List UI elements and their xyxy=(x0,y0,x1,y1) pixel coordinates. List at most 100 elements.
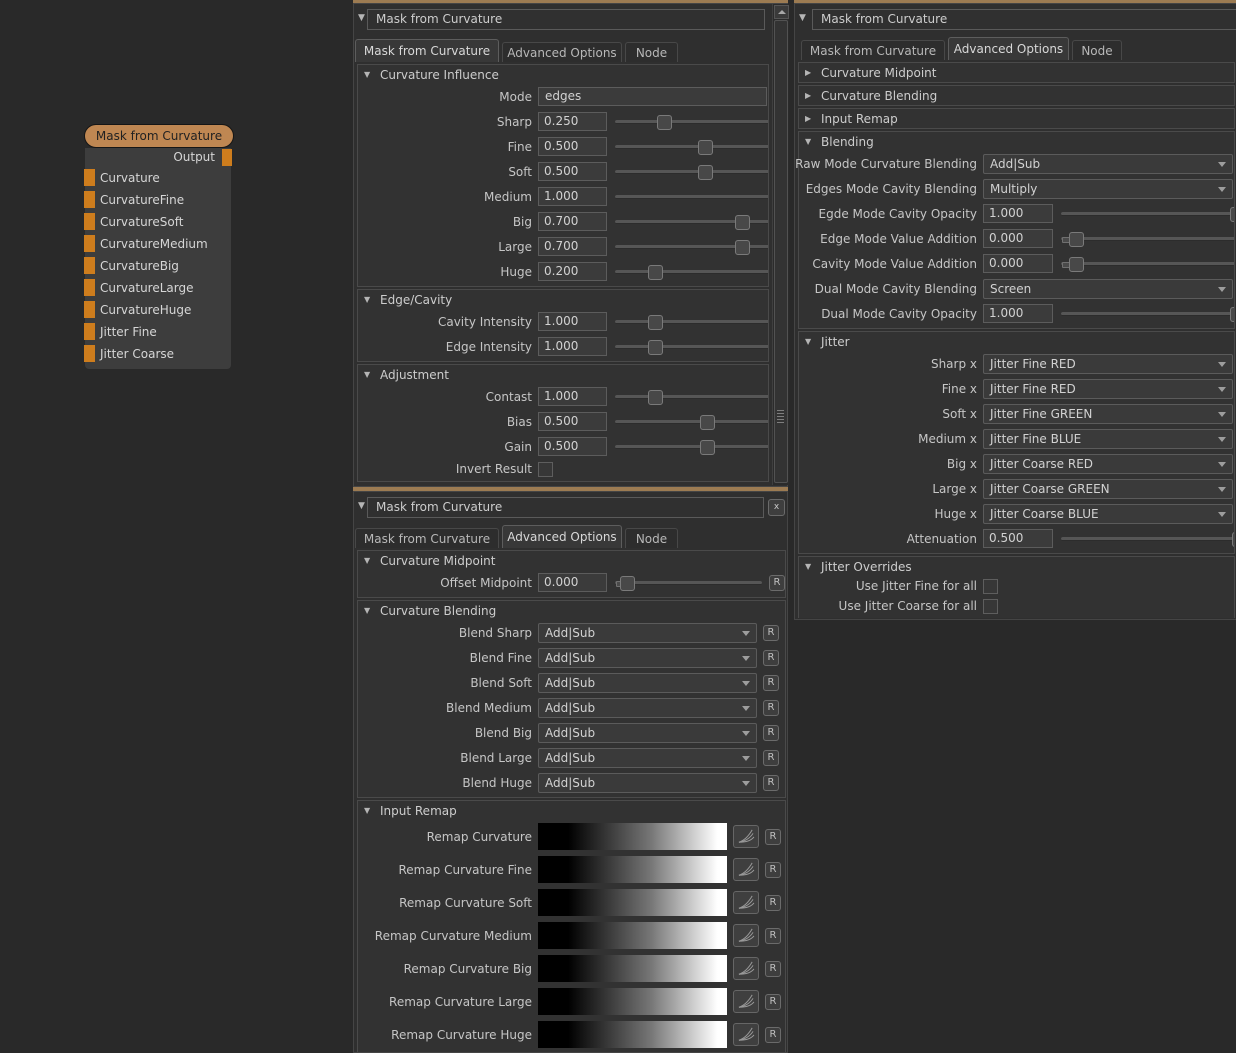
medium-value[interactable]: 1.000 xyxy=(538,187,607,206)
remap-curvature-medium-gradient[interactable] xyxy=(538,922,727,949)
tab-mask-from-curvature[interactable]: Mask from Curvature xyxy=(355,39,499,62)
section-header-curvature-blending[interactable]: ▶Curvature Blending xyxy=(799,86,1234,105)
remap-curvature-large-gradient[interactable] xyxy=(538,988,727,1015)
reset-button[interactable]: R xyxy=(765,1027,781,1043)
soft-value[interactable]: 0.500 xyxy=(538,162,607,181)
big-value[interactable]: 0.700 xyxy=(538,212,607,231)
slider-track[interactable] xyxy=(1061,537,1234,541)
slider-track[interactable] xyxy=(1061,312,1234,316)
slider-track[interactable] xyxy=(615,195,768,199)
slider-track[interactable] xyxy=(615,395,768,399)
node-title[interactable]: Mask from Curvature xyxy=(84,124,234,148)
slider-handle[interactable] xyxy=(648,340,663,355)
input-port-jitter-fine[interactable] xyxy=(84,323,95,340)
tab-mask-from-curvature[interactable]: Mask from Curvature xyxy=(801,40,945,60)
invert-result-checkbox[interactable] xyxy=(538,462,553,477)
large-slider[interactable] xyxy=(615,234,768,259)
tab-mask-from-curvature[interactable]: Mask from Curvature xyxy=(355,528,499,548)
fine-slider[interactable] xyxy=(615,134,768,159)
soft-slider[interactable] xyxy=(615,159,768,184)
reset-button[interactable]: R xyxy=(765,928,781,944)
tab-advanced-options[interactable]: Advanced Options xyxy=(502,525,622,548)
slider-handle[interactable] xyxy=(1230,207,1234,222)
panel-collapse-icon[interactable]: ▼ xyxy=(358,13,365,23)
blend-medium-select[interactable]: Add|Sub xyxy=(538,698,757,718)
tab-node[interactable]: Node xyxy=(625,42,678,62)
input-port-curvaturehuge[interactable] xyxy=(84,301,95,318)
slider-track[interactable] xyxy=(1061,262,1234,266)
curve-editor-button[interactable] xyxy=(733,1023,759,1046)
slider-handle[interactable] xyxy=(735,215,750,230)
slider-track[interactable] xyxy=(615,170,768,174)
curve-editor-button[interactable] xyxy=(733,990,759,1013)
dual-mode-cavity-opacity-slider[interactable] xyxy=(1061,301,1234,326)
medium-slider[interactable] xyxy=(615,184,768,209)
input-port-curvaturebig[interactable] xyxy=(84,257,95,274)
input-port-jitter-coarse[interactable] xyxy=(84,345,95,362)
offset-midpoint-slider[interactable] xyxy=(615,570,763,595)
dual-mode-cavity-opacity-value[interactable]: 1.000 xyxy=(983,304,1053,323)
sharp-x-select[interactable]: Jitter Fine RED xyxy=(983,354,1233,374)
slider-track[interactable] xyxy=(615,581,762,585)
section-header-jitter-overrides[interactable]: ▼Jitter Overrides xyxy=(799,557,1234,576)
medium-x-select[interactable]: Jitter Fine BLUE xyxy=(983,429,1233,449)
gain-value[interactable]: 0.500 xyxy=(538,437,607,456)
sharp-value[interactable]: 0.250 xyxy=(538,112,607,131)
cavity-mode-value-addition-slider[interactable] xyxy=(1061,251,1234,276)
reset-button[interactable]: R xyxy=(763,675,779,691)
output-port[interactable] xyxy=(222,149,232,166)
slider-track[interactable] xyxy=(1061,237,1234,241)
slider-track[interactable] xyxy=(615,445,768,449)
slider-handle[interactable] xyxy=(648,390,663,405)
panel-collapse-icon[interactable]: ▼ xyxy=(358,501,365,511)
use-jitter-fine-for-all-checkbox[interactable] xyxy=(983,579,998,594)
input-port-curvaturemedium[interactable] xyxy=(84,235,95,252)
cavity-intensity-slider[interactable] xyxy=(615,309,768,334)
slider-handle[interactable] xyxy=(1232,532,1234,547)
blend-fine-select[interactable]: Add|Sub xyxy=(538,648,757,668)
blend-large-select[interactable]: Add|Sub xyxy=(538,748,757,768)
tab-advanced-options[interactable]: Advanced Options xyxy=(948,37,1069,60)
contast-value[interactable]: 1.000 xyxy=(538,387,607,406)
fine-value[interactable]: 0.500 xyxy=(538,137,607,156)
cavity-intensity-value[interactable]: 1.000 xyxy=(538,312,607,331)
edge-mode-value-addition-value[interactable]: 0.000 xyxy=(983,229,1053,248)
slider-track[interactable] xyxy=(615,420,768,424)
slider-handle[interactable] xyxy=(735,240,750,255)
tab-node[interactable]: Node xyxy=(1072,40,1122,60)
remap-curvature-gradient[interactable] xyxy=(538,823,727,850)
tab-advanced-options[interactable]: Advanced Options xyxy=(502,42,622,62)
edge-intensity-value[interactable]: 1.000 xyxy=(538,337,607,356)
close-button[interactable]: x xyxy=(768,499,785,516)
section-header-curvature-midpoint[interactable]: ▼Curvature Midpoint xyxy=(358,551,785,570)
soft-x-select[interactable]: Jitter Fine GREEN xyxy=(983,404,1233,424)
section-header-blending[interactable]: ▼Blending xyxy=(799,132,1234,151)
reset-button[interactable]: R xyxy=(765,862,781,878)
reset-button[interactable]: R xyxy=(763,650,779,666)
slider-handle[interactable] xyxy=(698,140,713,155)
slider-handle[interactable] xyxy=(657,115,672,130)
scroll-up-button[interactable] xyxy=(774,5,789,19)
sharp-slider[interactable] xyxy=(615,109,768,134)
reset-button[interactable]: R xyxy=(763,700,779,716)
reset-button[interactable]: R xyxy=(765,895,781,911)
scrollbar-thumb[interactable] xyxy=(774,20,788,483)
remap-curvature-big-gradient[interactable] xyxy=(538,955,727,982)
bias-value[interactable]: 0.500 xyxy=(538,412,607,431)
cavity-mode-value-addition-value[interactable]: 0.000 xyxy=(983,254,1053,273)
curve-editor-button[interactable] xyxy=(733,825,759,848)
reset-button[interactable]: R xyxy=(763,750,779,766)
reset-button[interactable]: R xyxy=(765,829,781,845)
huge-x-select[interactable]: Jitter Coarse BLUE xyxy=(983,504,1233,524)
slider-handle[interactable] xyxy=(700,415,715,430)
section-header-input-remap[interactable]: ▶Input Remap xyxy=(799,109,1234,128)
reset-button[interactable]: R xyxy=(765,961,781,977)
blend-huge-select[interactable]: Add|Sub xyxy=(538,773,757,793)
offset-midpoint-value[interactable]: 0.000 xyxy=(538,573,607,592)
reset-button[interactable]: R xyxy=(763,775,779,791)
section-header-curvature-blending[interactable]: ▼Curvature Blending xyxy=(358,601,785,620)
huge-slider[interactable] xyxy=(615,259,768,284)
section-header-jitter[interactable]: ▼Jitter xyxy=(799,332,1234,351)
gain-slider[interactable] xyxy=(615,434,768,459)
section-header-edge-cavity[interactable]: ▼Edge/Cavity xyxy=(358,290,768,309)
